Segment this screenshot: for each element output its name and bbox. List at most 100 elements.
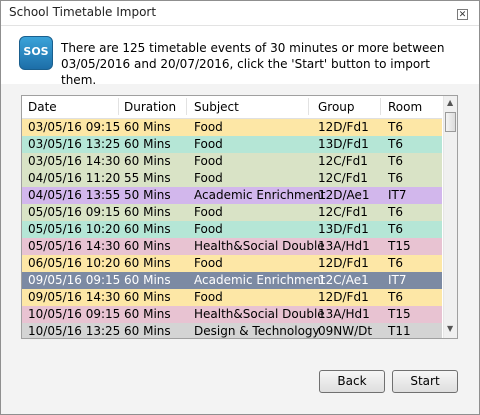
header-panel: SOS There are 125 timetable events of 30… — [1, 26, 479, 87]
column-divider[interactable] — [308, 98, 309, 115]
cell-group: 12C/Fd1 — [318, 171, 368, 185]
scroll-thumb[interactable] — [445, 112, 456, 132]
cell-group: 12D/Fd1 — [318, 290, 369, 304]
start-button[interactable]: Start — [392, 370, 458, 393]
cell-duration: 50 Mins — [124, 188, 171, 202]
cell-date: 06/05/16 10:20 — [28, 256, 121, 270]
cell-date: 05/05/16 10:20 — [28, 222, 121, 236]
import-dialog: School Timetable Import ✕ SOS There are … — [0, 0, 480, 415]
cell-subject: Food — [194, 171, 223, 185]
table-row[interactable]: 10/05/16 13:25 60 Mins Design & Technology… — [22, 323, 442, 338]
cell-duration: 60 Mins — [124, 290, 171, 304]
cell-room: IT7 — [388, 273, 407, 287]
cell-subject: Academic Enrichment — [194, 273, 326, 287]
column-divider[interactable] — [186, 98, 187, 115]
cell-subject: Food — [194, 256, 223, 270]
cell-room: T6 — [388, 290, 403, 304]
cell-duration: 60 Mins — [124, 239, 171, 253]
cell-subject: Food — [194, 120, 223, 134]
table-row[interactable]: 09/05/16 14:30 60 Mins Food 12D/Fd1 T6 — [22, 289, 442, 306]
cell-duration: 55 Mins — [124, 171, 171, 185]
cell-subject: Health&Social Double — [194, 307, 325, 321]
cell-duration: 60 Mins — [124, 222, 171, 236]
cell-room: T6 — [388, 137, 403, 151]
cell-subject: Food — [194, 222, 223, 236]
cell-date: 05/05/16 09:15 — [28, 205, 121, 219]
cell-subject: Food — [194, 205, 223, 219]
column-divider[interactable] — [380, 98, 381, 115]
cell-group: 09NW/Dt — [318, 324, 373, 338]
cell-date: 05/05/16 14:30 — [28, 239, 121, 253]
table-row[interactable]: 06/05/16 10:20 60 Mins Food 12D/Fd1 T6 — [22, 255, 442, 272]
app-logo-text: SOS — [23, 45, 49, 58]
cell-group: 13A/Hd1 — [318, 307, 370, 321]
cell-group: 13A/Hd1 — [318, 239, 370, 253]
cell-group: 12C/Ae1 — [318, 273, 369, 287]
cell-duration: 60 Mins — [124, 324, 171, 338]
cell-date: 04/05/16 13:55 — [28, 188, 121, 202]
cell-room: T15 — [388, 239, 411, 253]
column-header-duration[interactable]: Duration — [124, 100, 176, 114]
close-icon[interactable]: ✕ — [457, 9, 468, 20]
list-rows: 03/05/16 09:15 60 Mins Food 12D/Fd1 T6 03/05/… — [22, 119, 442, 338]
table-row[interactable]: 04/05/16 11:20 55 Mins Food 12C/Fd1 T6 — [22, 170, 442, 187]
cell-date: 03/05/16 09:15 — [28, 120, 121, 134]
column-header-date[interactable]: Date — [28, 100, 57, 114]
cell-group: 12D/Fd1 — [318, 120, 369, 134]
cell-group: 12C/Fd1 — [318, 154, 368, 168]
cell-date: 09/05/16 14:30 — [28, 290, 121, 304]
cell-room: T6 — [388, 222, 403, 236]
table-row[interactable]: 05/05/16 09:15 60 Mins Food 12C/Fd1 T6 — [22, 204, 442, 221]
cell-subject: Health&Social Double — [194, 239, 325, 253]
table-row[interactable]: 09/05/16 09:15 60 Mins Academic Enrichment… — [22, 272, 442, 289]
table-row[interactable]: 03/05/16 13:25 60 Mins Food 13D/Fd1 T6 — [22, 136, 442, 153]
cell-room: IT7 — [388, 188, 407, 202]
cell-room: T6 — [388, 256, 403, 270]
cell-subject: Food — [194, 137, 223, 151]
cell-subject: Academic Enrichment — [194, 188, 326, 202]
window-title: School Timetable Import — [9, 5, 157, 19]
title-bar: School Timetable Import ✕ — [1, 1, 479, 26]
cell-duration: 60 Mins — [124, 273, 171, 287]
cell-group: 13D/Fd1 — [318, 222, 369, 236]
cell-duration: 60 Mins — [124, 154, 171, 168]
cell-room: T15 — [388, 307, 411, 321]
table-row[interactable]: 10/05/16 09:15 60 Mins Health&Social Doubl… — [22, 306, 442, 323]
cell-group: 12D/Ae1 — [318, 188, 370, 202]
events-list[interactable]: Date Duration Subject Group Room 03/05/1… — [21, 95, 458, 339]
cell-room: T6 — [388, 120, 403, 134]
cell-date: 03/05/16 14:30 — [28, 154, 121, 168]
column-divider[interactable] — [118, 98, 119, 115]
column-header-group[interactable]: Group — [318, 100, 355, 114]
table-row[interactable]: 04/05/16 13:55 50 Mins Academic Enrichment… — [22, 187, 442, 204]
cell-date: 09/05/16 09:15 — [28, 273, 121, 287]
cell-group: 13D/Fd1 — [318, 137, 369, 151]
cell-duration: 60 Mins — [124, 256, 171, 270]
cell-subject: Food — [194, 290, 223, 304]
table-row[interactable]: 05/05/16 10:20 60 Mins Food 13D/Fd1 T6 — [22, 221, 442, 238]
cell-subject: Design & Technology — [194, 324, 320, 338]
cell-group: 12D/Fd1 — [318, 256, 369, 270]
cell-duration: 60 Mins — [124, 307, 171, 321]
cell-room: T6 — [388, 205, 403, 219]
cell-room: T6 — [388, 171, 403, 185]
app-logo-icon: SOS — [19, 36, 53, 70]
column-header-room[interactable]: Room — [388, 100, 422, 114]
cell-group: 12C/Fd1 — [318, 205, 368, 219]
cell-duration: 60 Mins — [124, 120, 171, 134]
cell-date: 03/05/16 13:25 — [28, 137, 121, 151]
scroll-down-icon[interactable]: ▼ — [447, 324, 453, 333]
cell-date: 10/05/16 09:15 — [28, 307, 121, 321]
back-button[interactable]: Back — [319, 370, 385, 393]
import-message: There are 125 timetable events of 30 min… — [61, 41, 445, 87]
cell-date: 10/05/16 13:25 — [28, 324, 121, 338]
table-row[interactable]: 05/05/16 14:30 60 Mins Health&Social Doubl… — [22, 238, 442, 255]
table-row[interactable]: 03/05/16 09:15 60 Mins Food 12D/Fd1 T6 — [22, 119, 442, 136]
cell-date: 04/05/16 11:20 — [28, 171, 121, 185]
table-row[interactable]: 03/05/16 14:30 60 Mins Food 12C/Fd1 T6 — [22, 153, 442, 170]
scroll-up-icon[interactable]: ▲ — [447, 98, 453, 107]
cell-duration: 60 Mins — [124, 137, 171, 151]
vertical-scrollbar[interactable]: ▲ ▼ — [443, 96, 457, 338]
column-header-subject[interactable]: Subject — [194, 100, 239, 114]
cell-room: T11 — [388, 324, 411, 338]
